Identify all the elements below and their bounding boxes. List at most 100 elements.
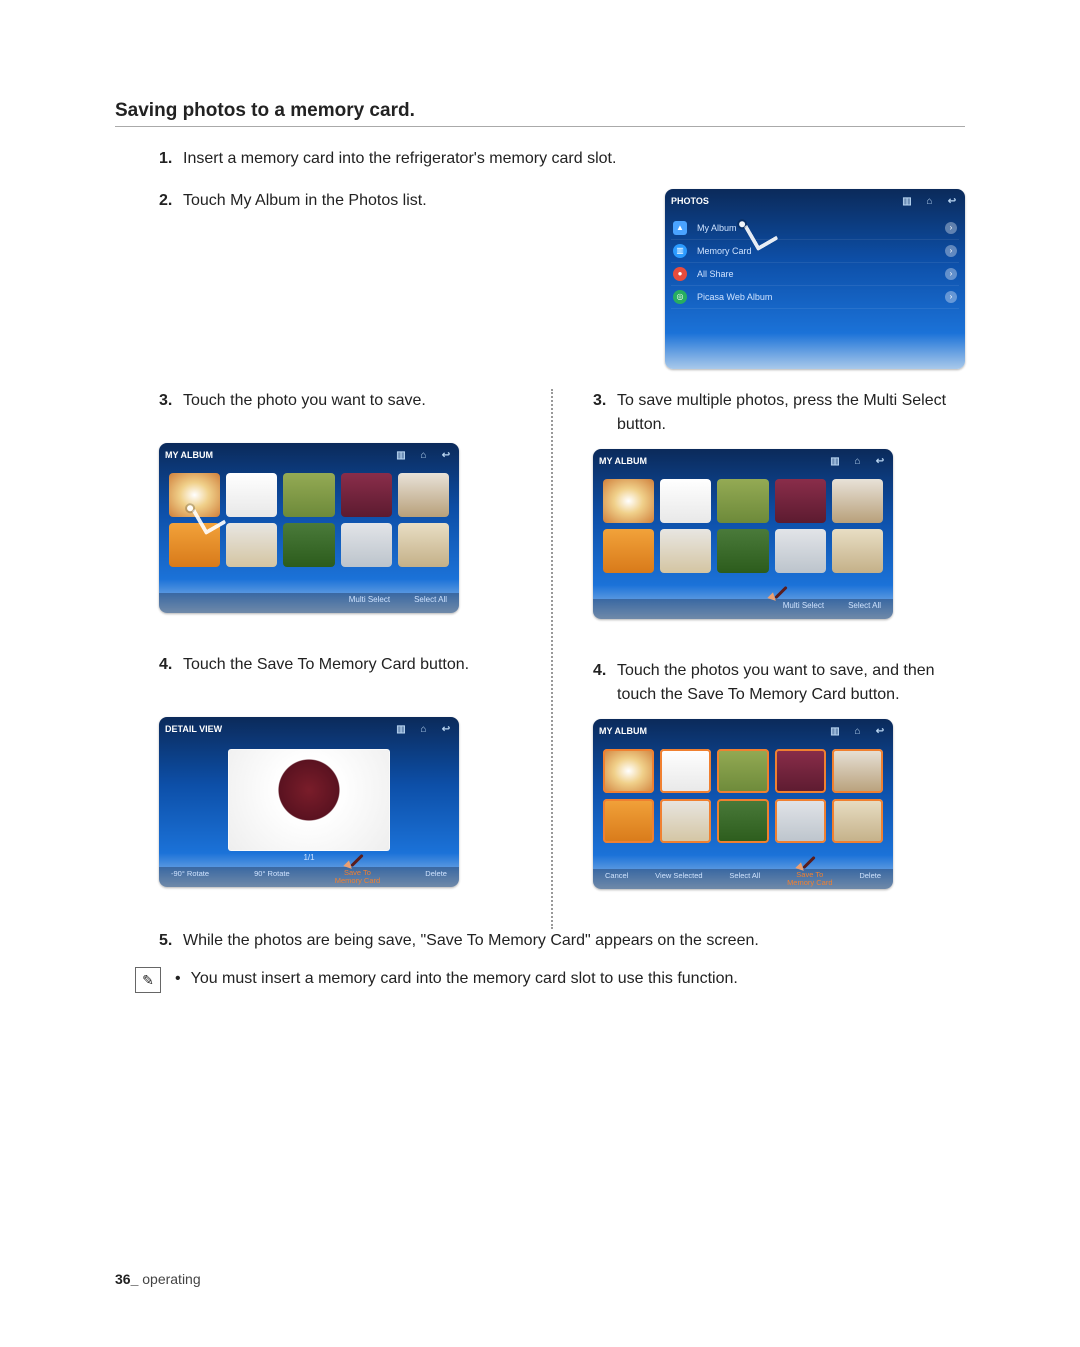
photo-thumbnail-selected[interactable]	[717, 799, 768, 843]
memcard-icon[interactable]: ▥	[828, 726, 842, 737]
home-icon[interactable]: ⌂	[922, 196, 936, 207]
back-icon[interactable]: ↩	[945, 196, 959, 207]
cancel-button[interactable]: Cancel	[605, 871, 628, 887]
photo-thumbnail[interactable]	[341, 523, 392, 567]
photo-thumbnail[interactable]	[398, 473, 449, 517]
photo-thumbnail[interactable]	[283, 473, 334, 517]
memcard-icon[interactable]: ▥	[394, 724, 408, 735]
photo-thumbnail-selected[interactable]	[775, 799, 826, 843]
photo-thumbnail[interactable]	[226, 473, 277, 517]
photo-thumbnail[interactable]	[660, 529, 711, 573]
photo-thumbnail[interactable]	[283, 523, 334, 567]
photo-thumbnail[interactable]	[398, 523, 449, 567]
step-5: 5. While the photos are being save, "Sav…	[159, 929, 965, 953]
note-icon: ✎	[135, 967, 161, 993]
screenshot-detail-view: DETAIL VIEW ▥ ⌂ ↩ 1/1 -90° Rotate 90° Ro…	[159, 717, 459, 887]
screen-title: MY ALBUM	[599, 456, 822, 466]
step-3-right: 3. To save multiple photos, press the Mu…	[593, 389, 973, 437]
save-to-memory-button[interactable]: Save To Memory Card	[335, 869, 380, 885]
back-icon[interactable]: ↩	[873, 456, 887, 467]
memorycard-icon: ▥	[673, 244, 687, 258]
screen-title: PHOTOS	[671, 196, 894, 206]
step-4-right: 4. Touch the photos you want to save, an…	[593, 659, 973, 707]
select-all-button[interactable]: Select All	[414, 595, 447, 611]
step-text: Touch the photo you want to save.	[183, 389, 539, 413]
photo-thumbnail[interactable]	[660, 479, 711, 523]
photo-thumbnail-selected[interactable]	[603, 749, 654, 793]
delete-button[interactable]: Delete	[859, 871, 881, 887]
bullet-icon: •	[175, 967, 181, 991]
chevron-right-icon: ›	[945, 291, 957, 303]
step-1: 1. Insert a memory card into the refrige…	[159, 147, 965, 171]
chevron-right-icon: ›	[945, 268, 957, 280]
step-text: To save multiple photos, press the Multi…	[617, 389, 973, 437]
photo-thumbnail-selected[interactable]	[832, 799, 883, 843]
back-icon[interactable]: ↩	[873, 726, 887, 737]
photos-list-item-myalbum[interactable]: ▲ My Album ›	[671, 217, 959, 240]
list-label: Picasa Web Album	[697, 292, 945, 302]
home-icon[interactable]: ⌂	[416, 450, 430, 461]
step-text: Touch the Save To Memory Card button.	[183, 653, 539, 677]
save-to-memory-button[interactable]: Save To Memory Card	[787, 871, 832, 887]
photo-thumbnail[interactable]	[832, 529, 883, 573]
photo-thumbnail-selected[interactable]	[660, 799, 711, 843]
photo-thumbnail-selected[interactable]	[775, 749, 826, 793]
step-number: 2.	[159, 189, 183, 213]
select-all-button[interactable]: Select All	[848, 601, 881, 617]
photo-thumbnail[interactable]	[341, 473, 392, 517]
photo-thumbnail[interactable]	[832, 479, 883, 523]
screen-title: DETAIL VIEW	[165, 724, 388, 734]
photos-list-item-allshare[interactable]: ● All Share ›	[671, 263, 959, 286]
photo-thumbnail-selected[interactable]	[832, 749, 883, 793]
step-number: 1.	[159, 147, 183, 171]
rotate-right-button[interactable]: 90° Rotate	[254, 869, 290, 885]
photo-thumbnail[interactable]	[603, 479, 654, 523]
photo-thumbnail-selected[interactable]	[660, 749, 711, 793]
photo-thumbnail[interactable]	[717, 479, 768, 523]
home-icon[interactable]: ⌂	[416, 724, 430, 735]
picasa-icon: ◎	[673, 290, 687, 304]
photos-list-item-picasa[interactable]: ◎ Picasa Web Album ›	[671, 286, 959, 309]
list-label: All Share	[697, 269, 945, 279]
step-number: 3.	[159, 389, 183, 413]
multi-select-button[interactable]: Multi Select	[349, 595, 390, 611]
note-row: ✎ • You must insert a memory card into t…	[135, 967, 965, 993]
chevron-right-icon: ›	[945, 222, 957, 234]
chevron-right-icon: ›	[945, 245, 957, 257]
photo-thumbnail[interactable]	[717, 529, 768, 573]
photo-thumbnail[interactable]	[603, 529, 654, 573]
column-divider	[549, 389, 553, 929]
photo-thumbnail[interactable]	[775, 479, 826, 523]
allshare-icon: ●	[673, 267, 687, 281]
memcard-icon[interactable]: ▥	[828, 456, 842, 467]
list-label: My Album	[697, 223, 945, 233]
page-footer: 36_ operating	[115, 1271, 201, 1287]
step-text: While the photos are being save, "Save T…	[183, 929, 759, 953]
photo-thumbnail-selected[interactable]	[603, 799, 654, 843]
step-2: 2. Touch My Album in the Photos list.	[159, 189, 535, 213]
home-icon[interactable]: ⌂	[850, 456, 864, 467]
multi-select-button[interactable]: Multi Select	[783, 601, 824, 617]
photo-thumbnail-selected[interactable]	[717, 749, 768, 793]
footer-section: operating	[138, 1271, 200, 1287]
photo-counter: 1/1	[159, 853, 459, 862]
home-icon[interactable]: ⌂	[850, 726, 864, 737]
select-all-button[interactable]: Select All	[729, 871, 760, 887]
list-label: Memory Card	[697, 246, 945, 256]
photo-thumbnail[interactable]	[226, 523, 277, 567]
photo-preview[interactable]	[228, 749, 390, 851]
screenshot-album-select: MY ALBUM ▥ ⌂ ↩	[593, 719, 893, 889]
step-number: 3.	[593, 389, 617, 413]
back-icon[interactable]: ↩	[439, 724, 453, 735]
memcard-icon[interactable]: ▥	[394, 450, 408, 461]
view-selected-button[interactable]: View Selected	[655, 871, 702, 887]
section-title: Saving photos to a memory card.	[115, 100, 965, 127]
delete-button[interactable]: Delete	[425, 869, 447, 885]
back-icon[interactable]: ↩	[439, 450, 453, 461]
rotate-left-button[interactable]: -90° Rotate	[171, 869, 209, 885]
photos-list-item-memorycard[interactable]: ▥ Memory Card ›	[671, 240, 959, 263]
note-text: You must insert a memory card into the m…	[191, 967, 738, 991]
step-text: Insert a memory card into the refrigerat…	[183, 147, 616, 171]
memcard-icon[interactable]: ▥	[900, 196, 914, 207]
photo-thumbnail[interactable]	[775, 529, 826, 573]
